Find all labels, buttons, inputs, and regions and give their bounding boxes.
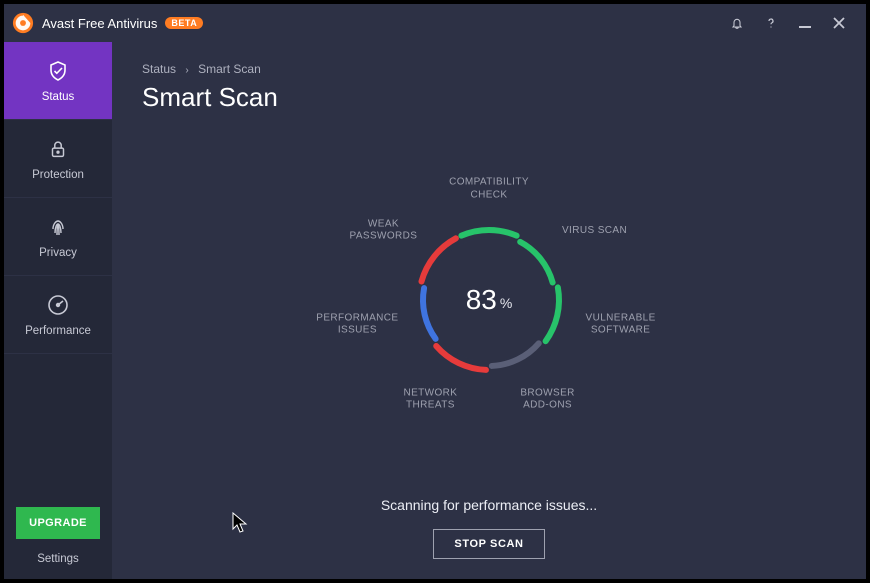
app-title: Avast Free Antivirus <box>42 16 157 31</box>
scan-category-compat: COMPATIBILITY CHECK <box>434 177 544 202</box>
notifications-button[interactable] <box>720 8 754 38</box>
lock-icon <box>45 136 71 162</box>
sidebar-item-status[interactable]: Status <box>4 42 112 120</box>
close-button[interactable] <box>822 8 856 38</box>
app-logo-icon <box>12 12 34 34</box>
sidebar-item-performance[interactable]: Performance <box>4 276 112 354</box>
shield-icon <box>45 58 71 84</box>
upgrade-button[interactable]: UPGRADE <box>16 507 100 539</box>
settings-link[interactable]: Settings <box>4 553 112 579</box>
breadcrumb: Status › Smart Scan <box>142 62 836 76</box>
scan-status-text: Scanning for performance issues... <box>112 497 866 513</box>
page-title: Smart Scan <box>142 82 836 113</box>
sidebar-item-protection[interactable]: Protection <box>4 120 112 198</box>
gauge-icon <box>45 292 71 318</box>
title-bar: Avast Free Antivirus BETA <box>4 4 866 42</box>
sidebar-item-label: Status <box>42 91 75 103</box>
scan-category-network: NETWORK THREATS <box>375 387 485 412</box>
scan-category-addons: BROWSER ADD-ONS <box>493 387 603 412</box>
scan-area: 83% COMPATIBILITY CHECK VIRUS SCAN VULNERA… <box>112 162 866 579</box>
scan-progress-gauge: 83% <box>409 220 569 380</box>
sidebar: Status Protection <box>4 42 112 579</box>
breadcrumb-root[interactable]: Status <box>142 62 176 76</box>
chevron-right-icon: › <box>185 65 188 76</box>
sidebar-item-label: Performance <box>25 325 91 337</box>
scan-category-perf: PERFORMANCE ISSUES <box>302 312 412 337</box>
sidebar-item-label: Protection <box>32 169 84 181</box>
breadcrumb-current: Smart Scan <box>198 62 261 76</box>
minimize-button[interactable] <box>788 8 822 38</box>
help-button[interactable] <box>754 8 788 38</box>
sidebar-nav: Status Protection <box>4 42 112 507</box>
app-window: Avast Free Antivirus BETA <box>0 0 870 583</box>
main-content: Status › Smart Scan Smart Scan 83% COMPA… <box>112 42 866 579</box>
scan-category-weakpw: WEAK PASSWORDS <box>328 218 438 243</box>
sidebar-item-privacy[interactable]: Privacy <box>4 198 112 276</box>
scan-percent: 83% <box>427 238 551 362</box>
scan-category-virus: VIRUS SCAN <box>540 225 650 238</box>
fingerprint-icon <box>45 214 71 240</box>
stop-scan-button[interactable]: STOP SCAN <box>433 529 544 559</box>
sidebar-item-label: Privacy <box>39 247 77 259</box>
scan-category-vuln: VULNERABLE SOFTWARE <box>566 312 676 337</box>
beta-badge: BETA <box>165 17 203 29</box>
